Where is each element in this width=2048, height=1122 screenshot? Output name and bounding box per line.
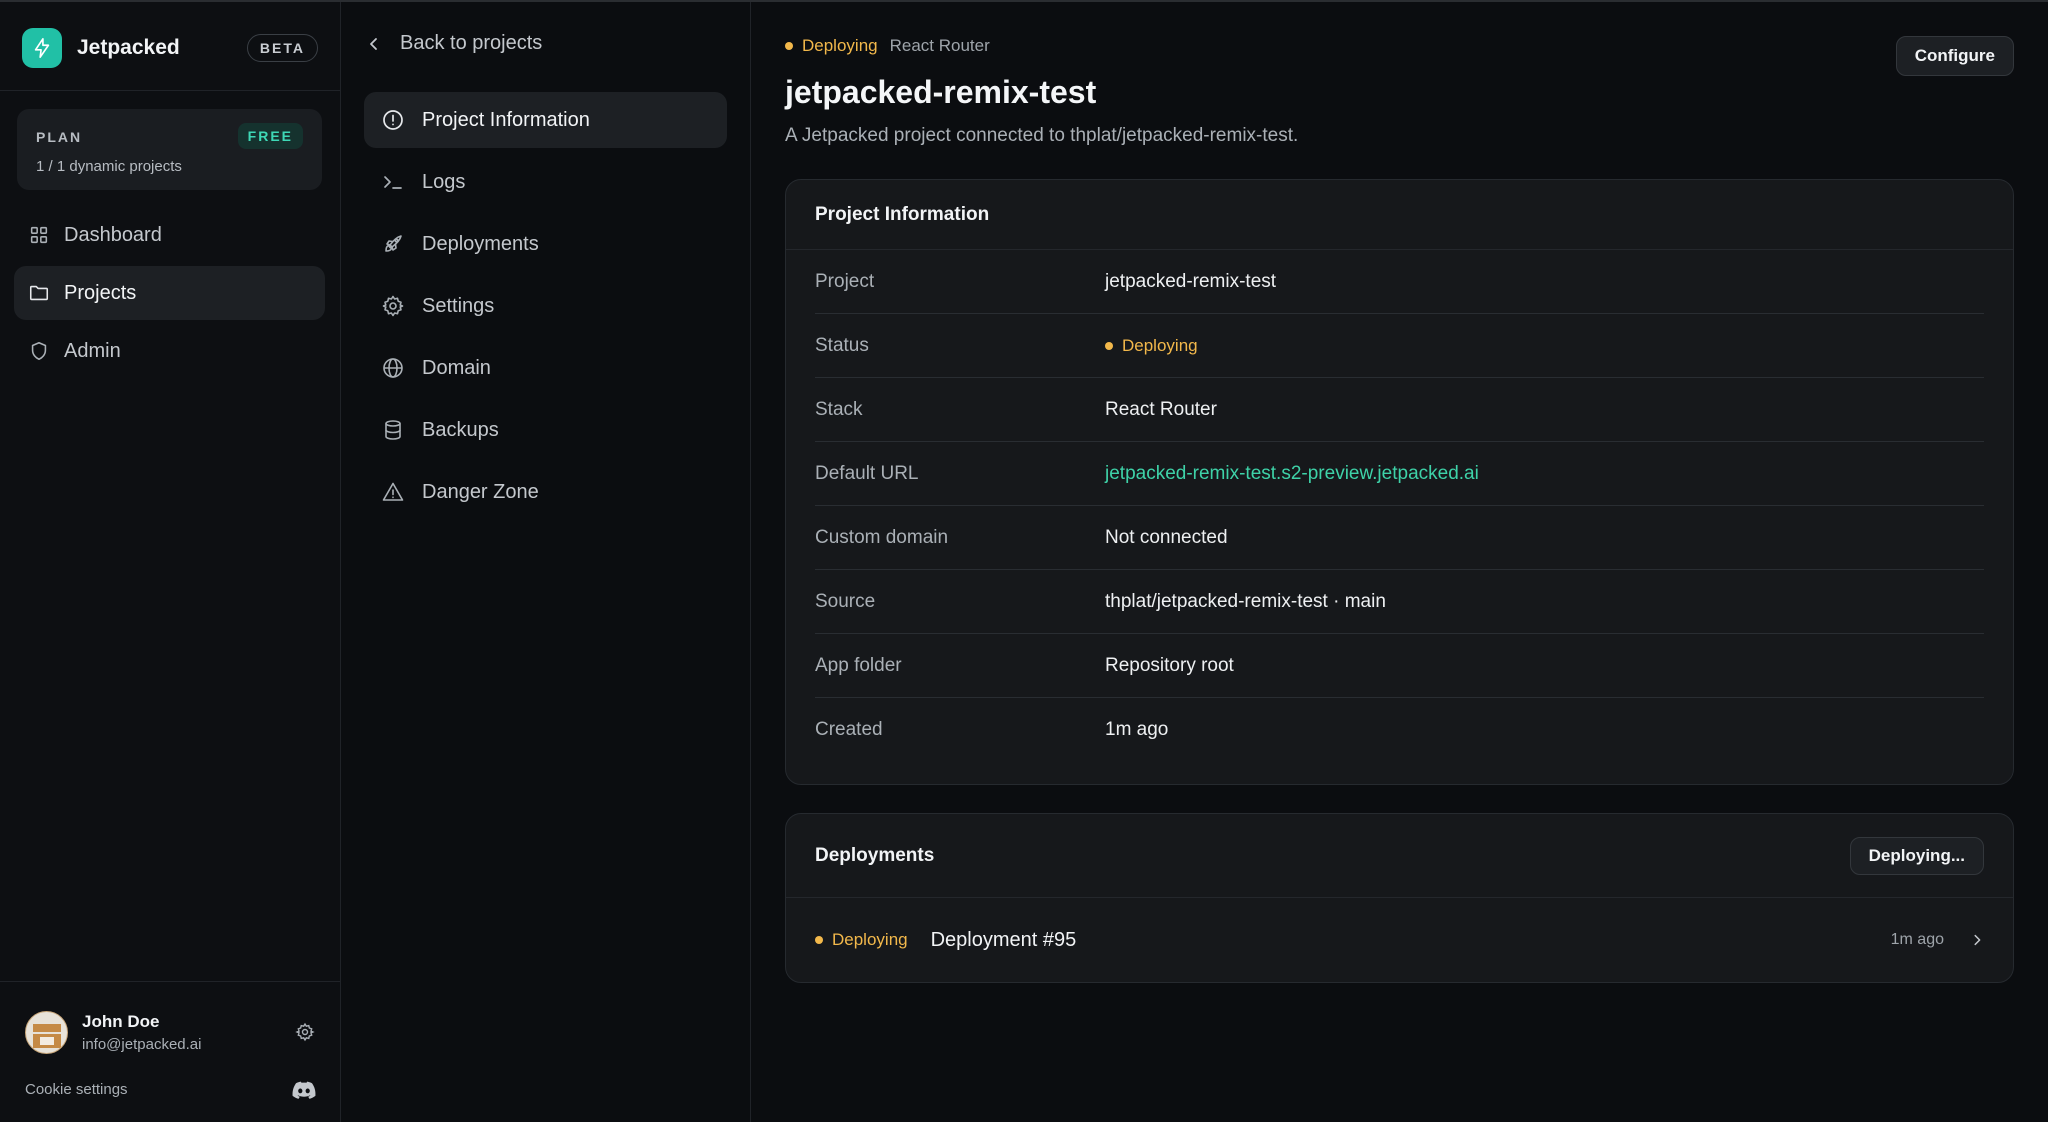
info-label: Status <box>815 334 869 356</box>
info-row-status: Status Deploying <box>815 314 1984 378</box>
divider <box>0 90 340 91</box>
discord-icon[interactable] <box>292 1081 316 1099</box>
card-title: Project Information <box>815 203 990 225</box>
back-to-projects-link[interactable]: Back to projects <box>366 32 542 55</box>
plan-badge: FREE <box>237 123 303 149</box>
main-nav: Dashboard Projects Admin <box>14 208 325 382</box>
warning-icon <box>382 482 404 501</box>
info-value: Repository root <box>1105 654 1234 676</box>
deploying-button[interactable]: Deploying... <box>1849 836 1984 875</box>
info-icon <box>383 110 403 130</box>
nav-item-projects[interactable]: Projects <box>14 266 325 320</box>
subnav-item-danger-zone[interactable]: Danger Zone <box>364 464 727 520</box>
deployment-time: 1m ago <box>1890 931 1944 948</box>
nav-item-label: Admin <box>64 339 121 362</box>
subnav-item-label: Settings <box>422 294 495 317</box>
status-dot <box>815 936 823 944</box>
card-title: Deployments <box>815 844 935 866</box>
info-row-created: Created 1m ago <box>815 698 1984 762</box>
info-row-default-url: Default URL jetpacked-remix-test.s2-prev… <box>815 442 1984 506</box>
cookie-settings-link[interactable]: Cookie settings <box>25 1081 128 1098</box>
info-value: thplat/jetpacked-remix-test · main <box>1105 590 1386 612</box>
rocket-icon <box>385 235 402 252</box>
configure-button[interactable]: Configure <box>1895 36 2014 76</box>
deployment-row[interactable]: Deploying Deployment #95 1m ago <box>786 898 2013 982</box>
chevron-left-icon <box>370 37 377 50</box>
chevron-right-icon <box>1974 934 1981 946</box>
info-label: Created <box>815 719 883 740</box>
info-label: Stack <box>815 398 863 420</box>
subnav-item-label: Danger Zone <box>422 480 539 503</box>
avatar <box>25 1010 68 1054</box>
info-row-custom-domain: Custom domain Not connected <box>815 506 1984 570</box>
info-label: Project <box>815 270 875 292</box>
project-meta: Deploying React Router <box>785 36 990 56</box>
status-badge: Deploying <box>815 930 908 950</box>
nav-item-admin[interactable]: Admin <box>14 324 325 378</box>
nav-item-label: Dashboard <box>64 223 162 246</box>
terminal-icon <box>384 176 402 189</box>
stack-label: React Router <box>889 36 990 55</box>
subnav-item-deployments[interactable]: Deployments <box>364 216 727 272</box>
status-text: Deploying <box>832 930 908 949</box>
brand[interactable]: Jetpacked BETA <box>22 27 318 69</box>
deployment-name: Deployment #95 <box>930 928 1077 951</box>
plan-label: PLAN <box>36 129 83 145</box>
user-email: info@jetpacked.ai <box>82 1035 202 1053</box>
subnav-item-label: Deployments <box>422 232 539 255</box>
subnav-item-label: Project Information <box>422 108 590 131</box>
divider <box>0 981 340 982</box>
info-row-stack: Stack React Router <box>815 378 1984 442</box>
sidebar: Jetpacked BETA PLAN FREE 1 / 1 dynamic p… <box>0 2 341 1122</box>
subnav-item-settings[interactable]: Settings <box>364 278 727 334</box>
shield-icon <box>31 341 47 361</box>
info-value: 1m ago <box>1105 719 1169 740</box>
gear-icon <box>382 295 404 317</box>
bolt-icon <box>22 28 62 68</box>
status-dot <box>1105 341 1113 350</box>
main-content: Deploying React Router Configure jetpack… <box>752 2 2048 1122</box>
deployments-card: Deployments Deploying... Deploying Deplo… <box>785 813 2014 983</box>
subnav-item-project-information[interactable]: Project Information <box>364 92 727 148</box>
user-name: John Doe <box>82 1011 160 1031</box>
beta-badge: BETA <box>246 34 318 62</box>
database-icon <box>385 420 401 440</box>
status-dot <box>785 42 793 50</box>
subnav-item-label: Backups <box>422 418 499 441</box>
info-label: Custom domain <box>815 526 949 548</box>
brand-name: Jetpacked <box>77 36 180 59</box>
subnav-item-label: Logs <box>422 170 466 193</box>
info-row-project: Project jetpacked-remix-test <box>815 250 1984 314</box>
info-value: jetpacked-remix-test <box>1105 270 1277 292</box>
gear-icon[interactable] <box>295 1022 315 1042</box>
info-label: Source <box>815 590 876 612</box>
page-title: jetpacked-remix-test <box>785 74 1097 110</box>
grid-icon <box>30 226 48 244</box>
info-value: Not connected <box>1105 526 1228 548</box>
info-value: React Router <box>1105 398 1217 420</box>
page-description: A Jetpacked project connected to thplat/… <box>785 125 1299 146</box>
folder-icon <box>29 285 49 301</box>
nav-item-label: Projects <box>64 281 137 304</box>
globe-icon <box>383 358 403 378</box>
subnav-item-label: Domain <box>422 356 491 379</box>
default-url-link[interactable]: jetpacked-remix-test.s2-preview.jetpacke… <box>1105 463 1479 485</box>
info-row-source: Source thplat/jetpacked-remix-test · mai… <box>815 570 1984 634</box>
project-information-card: Project Information Project jetpacked-re… <box>785 179 2014 785</box>
info-label: App folder <box>815 654 902 676</box>
subnav-item-domain[interactable]: Domain <box>364 340 727 396</box>
user-profile[interactable]: John Doe info@jetpacked.ai <box>25 1009 315 1055</box>
back-label: Back to projects <box>400 32 543 54</box>
subnav-item-logs[interactable]: Logs <box>364 154 727 210</box>
status-badge: Deploying <box>1105 336 1198 356</box>
project-subnav: Back to projects Project Information Log… <box>341 2 751 1122</box>
plan-card[interactable]: PLAN FREE 1 / 1 dynamic projects <box>17 109 322 190</box>
status-badge: Deploying <box>802 36 878 55</box>
subnav-item-backups[interactable]: Backups <box>364 402 727 458</box>
info-row-app-folder: App folder Repository root <box>815 634 1984 698</box>
info-label: Default URL <box>815 462 919 484</box>
plan-usage: 1 / 1 dynamic projects <box>36 158 182 175</box>
nav-item-dashboard[interactable]: Dashboard <box>14 208 325 262</box>
status-text: Deploying <box>1122 335 1198 355</box>
